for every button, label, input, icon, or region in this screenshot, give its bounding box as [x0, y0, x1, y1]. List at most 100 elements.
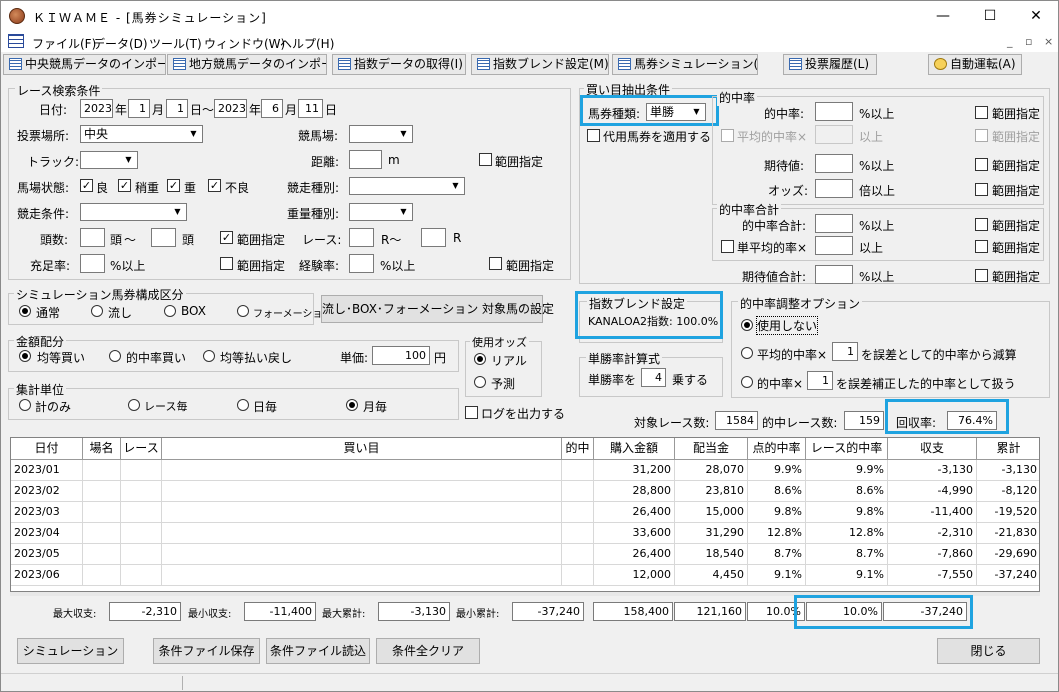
- exp-total-range-checkbox[interactable]: [975, 269, 988, 282]
- sim-nagashi-radio[interactable]: [91, 305, 103, 317]
- exp-range-checkbox[interactable]: [489, 257, 502, 270]
- minimize-button[interactable]: —: [920, 1, 966, 31]
- venue-select[interactable]: 中央 ▼: [80, 125, 203, 143]
- agg-day-radio[interactable]: [237, 399, 249, 411]
- save-conditions-button[interactable]: 条件ファイル保存: [153, 638, 260, 664]
- menu-data[interactable]: データ(D): [93, 35, 148, 52]
- money-even-radio[interactable]: [19, 350, 31, 362]
- condition-bad-checkbox[interactable]: ✓: [208, 179, 221, 192]
- hit-rate-input[interactable]: [815, 102, 853, 121]
- track-select[interactable]: ▼: [80, 151, 138, 169]
- exp-total-input[interactable]: [815, 265, 853, 284]
- avg-hit-input[interactable]: [815, 125, 853, 144]
- hit-rate-range-checkbox[interactable]: [975, 106, 988, 119]
- end-year-input[interactable]: 2023: [214, 99, 247, 118]
- col-cumulative[interactable]: 累計: [977, 438, 1039, 460]
- adjust-subtract-radio[interactable]: [741, 347, 753, 359]
- mdi-restore-button[interactable]: ▫: [1025, 35, 1032, 48]
- avg-hit-range-checkbox[interactable]: [975, 129, 988, 142]
- substitute-ticket-checkbox[interactable]: [587, 129, 600, 142]
- money-payback-radio[interactable]: [203, 350, 215, 362]
- menu-tools[interactable]: ツール(T): [149, 35, 202, 52]
- fill-rate-input[interactable]: [80, 254, 105, 273]
- adjust-none-radio[interactable]: [741, 319, 753, 331]
- vote-history-button[interactable]: 投票履歴(L): [783, 54, 877, 75]
- close-window-button[interactable]: ✕: [1013, 1, 1058, 31]
- single-avg-checkbox[interactable]: [721, 240, 734, 253]
- odds-forecast-radio[interactable]: [474, 376, 486, 388]
- mdi-minimize-button[interactable]: _: [1007, 35, 1013, 48]
- hit-total-input[interactable]: [815, 214, 853, 233]
- import-central-button[interactable]: 中央競馬データのインポート(J): [3, 54, 166, 75]
- start-year-input[interactable]: 2023: [80, 99, 113, 118]
- fetch-index-button[interactable]: 指数データの取得(I): [332, 54, 466, 75]
- end-day-input[interactable]: 11: [298, 99, 323, 118]
- odds-range-checkbox[interactable]: [975, 183, 988, 196]
- heads-min-input[interactable]: [80, 228, 105, 247]
- weight-type-select[interactable]: ▼: [349, 203, 413, 221]
- race-min-input[interactable]: [349, 228, 374, 247]
- sim-formation-radio[interactable]: [237, 305, 249, 317]
- expected-input[interactable]: [815, 154, 853, 173]
- race-max-input[interactable]: [421, 228, 446, 247]
- distance-range-checkbox[interactable]: [479, 153, 492, 166]
- menu-file[interactable]: ファイル(F): [32, 35, 96, 52]
- col-hit[interactable]: 的中: [562, 438, 594, 460]
- odds-real-radio[interactable]: [474, 353, 486, 365]
- import-local-button[interactable]: 地方競馬データのインポート(N): [167, 54, 327, 75]
- start-day-input[interactable]: 1: [166, 99, 188, 118]
- col-payout[interactable]: 配当金: [675, 438, 748, 460]
- close-button[interactable]: 閉じる: [937, 638, 1040, 664]
- simulate-button[interactable]: シミュレーション: [17, 638, 124, 664]
- menu-window[interactable]: ウィンドウ(W): [204, 35, 285, 52]
- col-venue[interactable]: 場名: [83, 438, 121, 460]
- load-conditions-button[interactable]: 条件ファイル読込: [266, 638, 370, 664]
- start-month-input[interactable]: 1: [128, 99, 150, 118]
- sim-normal-radio[interactable]: [19, 305, 31, 317]
- target-horse-settings-button[interactable]: 流し･BOX･フォーメーション 対象馬の設定: [321, 295, 554, 323]
- single-avg-range-checkbox[interactable]: [975, 240, 988, 253]
- heads-range-checkbox[interactable]: ✓: [220, 231, 233, 244]
- unit-price-input[interactable]: 100: [372, 346, 430, 365]
- auto-run-button[interactable]: 自動運転(A): [928, 54, 1022, 75]
- col-race[interactable]: レース: [121, 438, 162, 460]
- agg-race-radio[interactable]: [128, 399, 140, 411]
- race-type-select[interactable]: ▼: [349, 177, 465, 195]
- avg-hit-checkbox[interactable]: [721, 129, 734, 142]
- single-avg-input[interactable]: [815, 236, 853, 255]
- col-point-hit-rate[interactable]: 点的中率: [748, 438, 806, 460]
- hit-total-range-checkbox[interactable]: [975, 218, 988, 231]
- ticket-simulation-button[interactable]: 馬券シミュレーション(B): [612, 54, 758, 75]
- col-bet[interactable]: 買い目: [162, 438, 562, 460]
- index-blend-button[interactable]: 指数ブレンド設定(M): [471, 54, 609, 75]
- condition-heavy-checkbox[interactable]: ✓: [167, 179, 180, 192]
- adjust-subtract-input[interactable]: 1: [832, 342, 858, 361]
- maximize-button[interactable]: ☐: [967, 1, 1013, 31]
- condition-slightly-heavy-checkbox[interactable]: ✓: [118, 179, 131, 192]
- col-purchase[interactable]: 購入金額: [594, 438, 675, 460]
- condition-good-checkbox[interactable]: ✓: [80, 179, 93, 192]
- distance-input[interactable]: [349, 150, 382, 169]
- clear-conditions-button[interactable]: 条件全クリア: [376, 638, 480, 664]
- race-cond-select[interactable]: ▼: [80, 203, 187, 221]
- col-balance[interactable]: 収支: [888, 438, 977, 460]
- agg-total-radio[interactable]: [19, 399, 31, 411]
- sim-box-radio[interactable]: [164, 305, 176, 317]
- col-race-hit-rate[interactable]: レース的中率: [806, 438, 888, 460]
- end-month-input[interactable]: 6: [261, 99, 283, 118]
- mdi-close-button[interactable]: ×: [1044, 35, 1053, 48]
- col-date[interactable]: 日付: [11, 438, 83, 460]
- money-hitrate-radio[interactable]: [109, 350, 121, 362]
- adjust-correct-radio[interactable]: [741, 376, 753, 388]
- odds-input[interactable]: [815, 179, 853, 198]
- log-output-checkbox[interactable]: [465, 406, 478, 419]
- expected-range-checkbox[interactable]: [975, 158, 988, 171]
- fill-range-checkbox[interactable]: [220, 257, 233, 270]
- agg-month-radio[interactable]: [346, 399, 358, 411]
- menu-help[interactable]: ヘルプ(H): [280, 35, 334, 52]
- course-select[interactable]: ▼: [349, 125, 413, 143]
- exp-rate-input[interactable]: [349, 254, 374, 273]
- results-table[interactable]: 日付 場名 レース 買い目 的中 購入金額 配当金 点的中率 レース的中率 収支…: [10, 437, 1040, 592]
- adjust-correct-input[interactable]: 1: [807, 371, 833, 390]
- winrate-power-input[interactable]: 4: [641, 368, 666, 387]
